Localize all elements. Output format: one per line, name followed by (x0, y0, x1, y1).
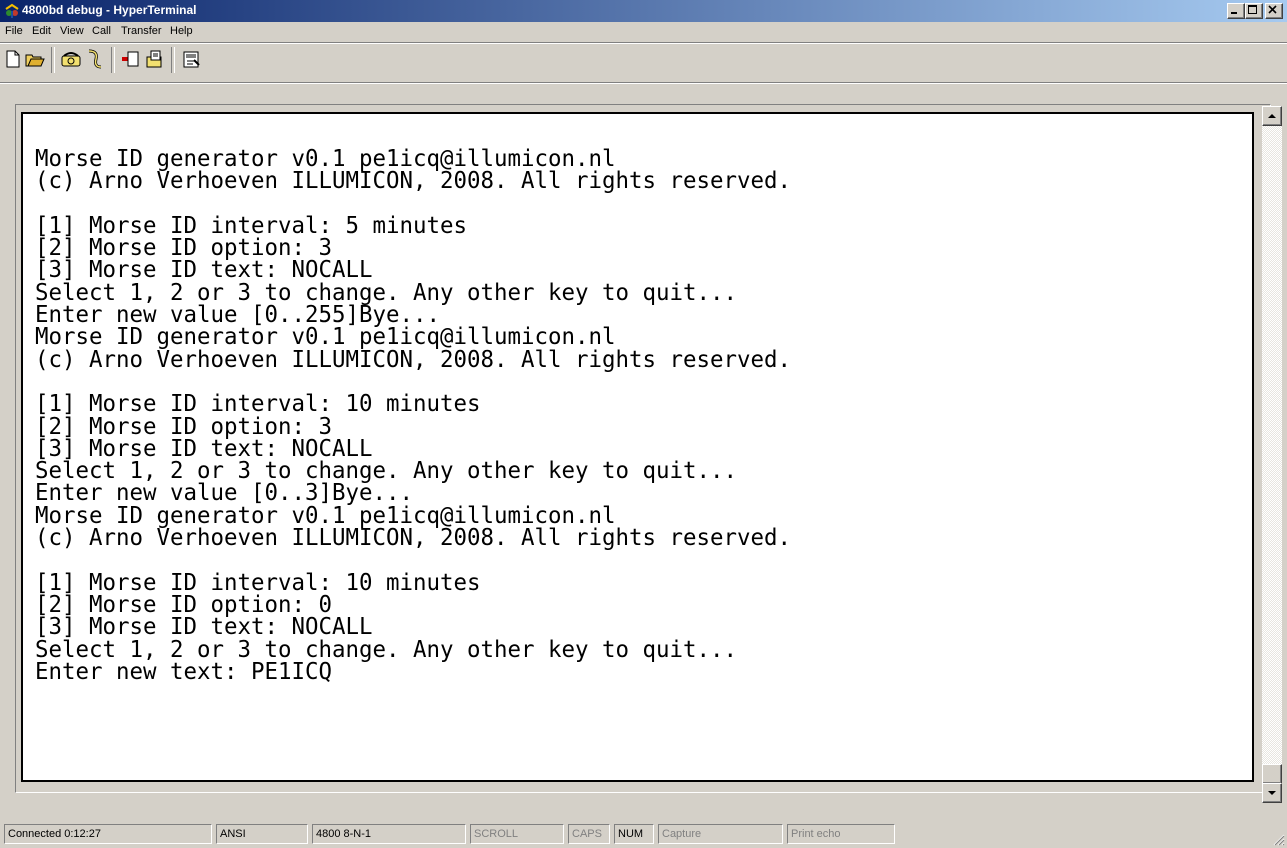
toolbar-separator (51, 47, 55, 73)
terminal-line: [3] Morse ID text: NOCALL (35, 435, 373, 462)
terminal-line: Enter new value [0..3]Bye... (35, 480, 414, 507)
terminal-line: [3] Morse ID text: NOCALL (35, 614, 373, 641)
title-bar[interactable]: 4800bd debug - HyperTerminal (0, 0, 1287, 22)
toolbar (0, 44, 1287, 83)
open-icon[interactable] (24, 48, 46, 70)
vertical-scrollbar[interactable] (1262, 106, 1282, 803)
menu-call[interactable]: Call (92, 25, 111, 37)
maximize-icon (1248, 5, 1257, 14)
menu-bar: File Edit View Call Transfer Help (0, 22, 1287, 43)
close-icon (1268, 5, 1277, 14)
hyperterminal-icon (5, 3, 19, 18)
terminal-output: Morse ID generator v0.1 pe1icq@illumicon… (35, 146, 792, 685)
terminal-line: Enter new value [0..255]Bye... (35, 302, 441, 329)
maximize-button[interactable] (1245, 3, 1263, 19)
terminal-line: Select 1, 2 or 3 to change. Any other ke… (35, 636, 738, 663)
terminal-line: Select 1, 2 or 3 to change. Any other ke… (35, 279, 738, 306)
properties-icon[interactable] (180, 48, 202, 70)
status-caps: CAPS (568, 824, 610, 844)
terminal-line: Select 1, 2 or 3 to change. Any other ke… (35, 458, 738, 485)
toolbar-separator (171, 47, 175, 73)
minimize-button[interactable] (1227, 3, 1245, 19)
menu-edit[interactable]: Edit (32, 25, 51, 37)
scroll-up-button[interactable] (1262, 106, 1282, 126)
status-num: NUM (614, 824, 654, 844)
terminal-line: [2] Morse ID option: 0 (35, 591, 333, 618)
status-emulation: ANSI (216, 824, 308, 844)
arrow-up-icon (1268, 114, 1276, 118)
status-bar: Connected 0:12:27 ANSI 4800 8-N-1 SCROLL… (0, 820, 1287, 848)
disconnect-icon[interactable] (84, 48, 106, 70)
terminal-line: Enter new text: PE1ICQ (35, 658, 333, 685)
terminal-line: (c) Arno Verhoeven ILLUMICON, 2008. All … (35, 346, 792, 373)
menu-file[interactable]: File (5, 25, 23, 37)
resize-grip-icon[interactable] (1271, 832, 1285, 846)
terminal-screen[interactable]: Morse ID generator v0.1 pe1icq@illumicon… (21, 112, 1254, 782)
menu-help[interactable]: Help (170, 25, 193, 37)
terminal-line: Morse ID generator v0.1 pe1icq@illumicon… (35, 502, 616, 529)
status-scroll: SCROLL (470, 824, 564, 844)
terminal-line: [1] Morse ID interval: 10 minutes (35, 569, 481, 596)
scroll-down-button[interactable] (1262, 783, 1282, 803)
terminal-line: [2] Morse ID option: 3 (35, 413, 333, 440)
close-button[interactable] (1265, 3, 1283, 19)
call-icon[interactable] (60, 48, 82, 70)
menu-transfer[interactable]: Transfer (121, 25, 162, 37)
terminal-line: Morse ID generator v0.1 pe1icq@illumicon… (35, 324, 616, 351)
menu-view[interactable]: View (60, 25, 84, 37)
status-print-echo: Print echo (787, 824, 895, 844)
terminal-line: [3] Morse ID text: NOCALL (35, 257, 373, 284)
terminal-line: [2] Morse ID option: 3 (35, 235, 333, 262)
status-settings: 4800 8-N-1 (312, 824, 466, 844)
new-icon[interactable] (2, 48, 24, 70)
scroll-thumb[interactable] (1262, 764, 1282, 784)
arrow-down-icon (1268, 791, 1276, 795)
minimize-icon (1231, 12, 1237, 14)
status-connected: Connected 0:12:27 (4, 824, 212, 844)
receive-icon[interactable] (144, 48, 166, 70)
toolbar-separator (111, 47, 115, 73)
terminal-line: [1] Morse ID interval: 10 minutes (35, 391, 481, 418)
send-icon[interactable] (120, 48, 142, 70)
window-title: 4800bd debug - HyperTerminal (22, 3, 197, 17)
status-capture: Capture (658, 824, 783, 844)
terminal-line: [1] Morse ID interval: 5 minutes (35, 212, 468, 239)
terminal-line: (c) Arno Verhoeven ILLUMICON, 2008. All … (35, 168, 792, 195)
terminal-line: Morse ID generator v0.1 pe1icq@illumicon… (35, 146, 616, 172)
terminal-line: (c) Arno Verhoeven ILLUMICON, 2008. All … (35, 525, 792, 552)
